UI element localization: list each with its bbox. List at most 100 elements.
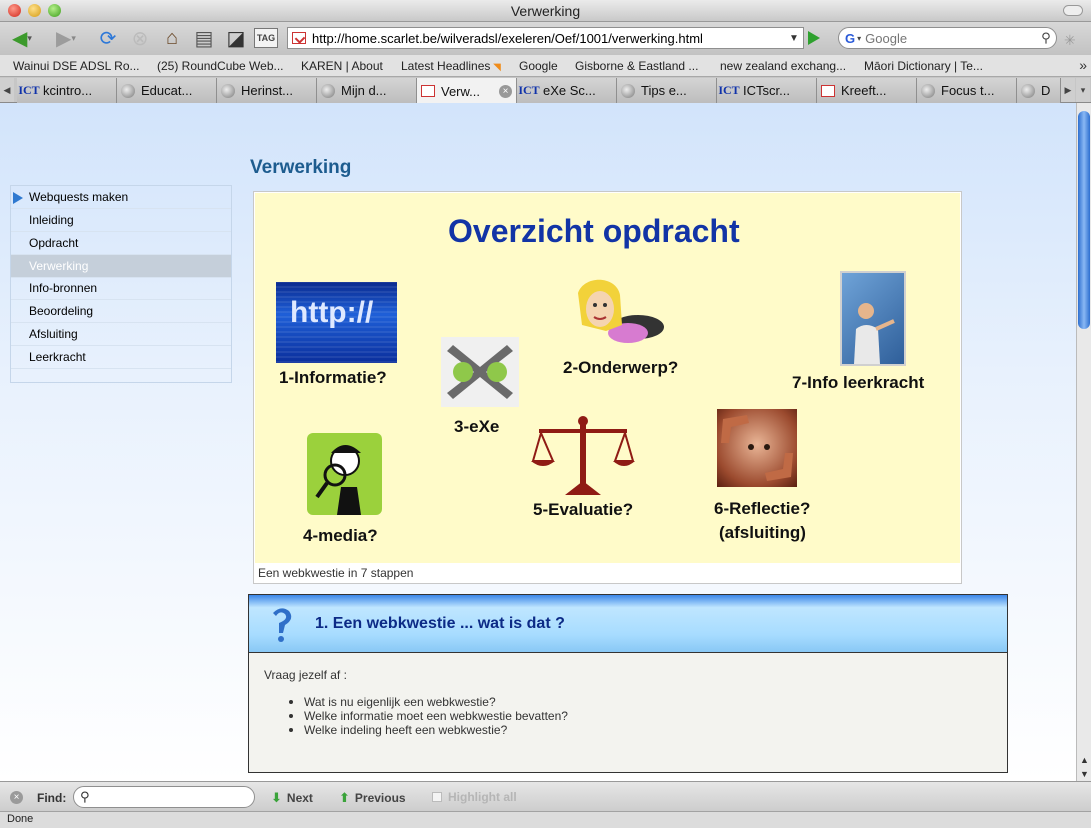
tab-kreeft[interactable]: Kreeft...	[817, 78, 917, 103]
scroll-down-arrow-icon[interactable]: ▼	[1077, 767, 1091, 781]
tab-mijn[interactable]: Mijn d...	[317, 78, 417, 103]
http-image: http://	[276, 282, 397, 363]
tab-d[interactable]: D	[1017, 78, 1061, 103]
label-informatie: 1-Informatie?	[279, 368, 387, 387]
magnifier-person-icon	[315, 445, 361, 515]
nav-item-webquests-maken[interactable]: Webquests maken	[11, 186, 231, 209]
globe-favicon-icon	[921, 83, 935, 98]
highlight-all-checkbox[interactable]: Highlight all	[432, 790, 517, 804]
home-icon: ⌂	[165, 26, 179, 49]
bookmark-item[interactable]: Gisborne & Eastland ...	[575, 59, 698, 73]
bookmark-item[interactable]: Māori Dictionary | Te...	[864, 59, 983, 73]
list-item: Wat is nu eigenlijk een webkwestie?	[289, 695, 568, 709]
find-previous-button[interactable]: ⬆ Previous	[339, 790, 406, 806]
bookmark-item[interactable]: KAREN | About	[301, 59, 383, 73]
forward-button[interactable]: ▶ ▾	[48, 25, 84, 51]
window-title: Verwerking	[510, 3, 581, 19]
tab-kcintro[interactable]: ICT kcintro...	[17, 78, 117, 103]
label-afsluiting: (afsluiting)	[719, 523, 806, 542]
nav-arrow-icon	[13, 192, 23, 204]
bookmark-item[interactable]: (25) RoundCube Web...	[157, 59, 284, 73]
delicious-icon: ◪	[226, 27, 246, 50]
stop-icon: ⊗	[131, 27, 149, 50]
print-button[interactable]: ▤	[190, 25, 218, 51]
find-field[interactable]: ⚲	[73, 786, 255, 808]
tab-label: eXe Sc...	[543, 83, 596, 98]
url-bar[interactable]: ▼	[287, 27, 804, 49]
poster-title: Overzicht opdracht	[448, 213, 740, 249]
bookmark-item[interactable]: Google	[519, 59, 558, 73]
tab-educat[interactable]: Educat...	[117, 78, 217, 103]
label-onderwerp: 2-Onderwerp?	[563, 358, 679, 377]
bookmark-item[interactable]: new zealand exchang...	[720, 59, 846, 73]
find-close-icon[interactable]: ×	[10, 791, 23, 804]
back-button[interactable]: ◀ ▾	[4, 25, 40, 51]
find-input[interactable]	[93, 790, 254, 804]
stop-button[interactable]: ⊗	[126, 25, 154, 51]
tab-label: Educat...	[141, 83, 193, 98]
nav-item-verwerking[interactable]: Verwerking	[11, 255, 231, 278]
page-scrollbar[interactable]: ▲ ▼	[1076, 103, 1091, 781]
search-input[interactable]	[865, 29, 1042, 47]
tab-tips[interactable]: Tips e...	[617, 78, 717, 103]
url-input[interactable]	[312, 29, 785, 47]
window-titlebar: Verwerking	[0, 0, 1091, 22]
google-engine-icon[interactable]: G	[845, 31, 855, 46]
page-content: Verwerking Webquests maken Inleiding Opd…	[0, 103, 1076, 781]
nav-item-inleiding[interactable]: Inleiding	[11, 209, 231, 232]
forward-arrow-icon: ▶	[56, 27, 72, 50]
url-history-dropdown-icon[interactable]: ▼	[785, 33, 803, 44]
overview-poster: Overzicht opdracht http:// 1-Informatie?…	[255, 193, 960, 563]
back-dropdown-icon[interactable]: ▾	[27, 33, 32, 44]
tab-label: Verw...	[441, 83, 481, 99]
search-bar[interactable]: G ▾ ⚲	[838, 27, 1057, 49]
idevice-intro: Vraag jezelf af :	[264, 668, 347, 682]
label-reflectie: 6-Reflectie?	[714, 499, 811, 518]
figure-caption: Een webkwestie in 7 stappen	[258, 566, 414, 580]
bookmark-item[interactable]: Wainui DSE ADSL Ro...	[13, 59, 140, 73]
find-bar: × Find: ⚲ ⬇ Next ⬆ Previous Highlight all	[0, 781, 1091, 811]
throbber-icon: ✳	[1064, 32, 1076, 48]
idevice-box: 1. Een webkwestie ... wat is dat ? Vraag…	[248, 594, 1008, 773]
go-button[interactable]	[808, 31, 820, 45]
tab-label: Herinst...	[241, 83, 294, 98]
tab-scroll-left-icon[interactable]: ◀	[0, 78, 14, 102]
tab-strip: ◀ ICT kcintro... Educat... Herinst... Mij…	[0, 77, 1091, 104]
tab-focus[interactable]: Focus t...	[917, 78, 1017, 103]
find-next-button[interactable]: ⬇ Next	[271, 790, 313, 806]
tab-ictscr[interactable]: ICT ICTscr...	[717, 78, 817, 103]
back-arrow-icon: ◀	[12, 27, 28, 50]
reload-button[interactable]: ⟳	[94, 25, 122, 51]
label-info-leerkracht: 7-Info leerkracht	[792, 373, 925, 392]
home-button[interactable]: ⌂	[158, 25, 186, 51]
bookmarks-overflow-icon[interactable]: »	[1079, 57, 1087, 73]
tab-verwerking[interactable]: Verw... ×	[417, 78, 517, 104]
magnifier-icon: ⚲	[80, 789, 90, 804]
tab-list-icon[interactable]: ▾	[1076, 78, 1090, 102]
highlight-all-label: Highlight all	[448, 790, 517, 804]
scrollbar-thumb[interactable]	[1078, 111, 1090, 329]
nav-item-afsluiting[interactable]: Afsluiting	[11, 323, 231, 346]
delicious-button[interactable]: ◪	[222, 25, 250, 51]
nav-item-info-bronnen[interactable]: Info-bronnen	[11, 277, 231, 300]
scroll-up-arrow-icon[interactable]: ▲	[1077, 753, 1091, 767]
exe-logo-image	[441, 337, 519, 407]
girl-cartoon-icon	[578, 279, 664, 343]
tab-close-icon[interactable]: ×	[499, 84, 512, 98]
nav-item-leerkracht[interactable]: Leerkracht	[11, 346, 231, 369]
forward-dropdown-icon[interactable]: ▾	[71, 33, 76, 44]
tab-exe[interactable]: ICT eXe Sc...	[517, 78, 617, 103]
toolbar-toggle-button[interactable]	[1063, 5, 1083, 16]
tab-scroll-right-icon[interactable]: ▶	[1061, 78, 1075, 102]
nav-item-opdracht[interactable]: Opdracht	[11, 232, 231, 255]
globe-favicon-icon	[1021, 83, 1035, 98]
bookmark-item[interactable]: Latest Headlines ◥	[401, 59, 501, 73]
label-exe: 3-eXe	[454, 417, 500, 436]
engine-dropdown-icon[interactable]: ▾	[857, 34, 861, 43]
tag-button[interactable]: TAG	[254, 28, 278, 48]
sidebar-nav: Webquests maken Inleiding Opdracht Verwe…	[10, 185, 232, 383]
magnifier-icon[interactable]: ⚲	[1041, 30, 1051, 46]
nav-item-beoordeling[interactable]: Beoordeling	[11, 300, 231, 323]
page-title: Verwerking	[250, 157, 352, 178]
tab-herinst[interactable]: Herinst...	[217, 78, 317, 103]
